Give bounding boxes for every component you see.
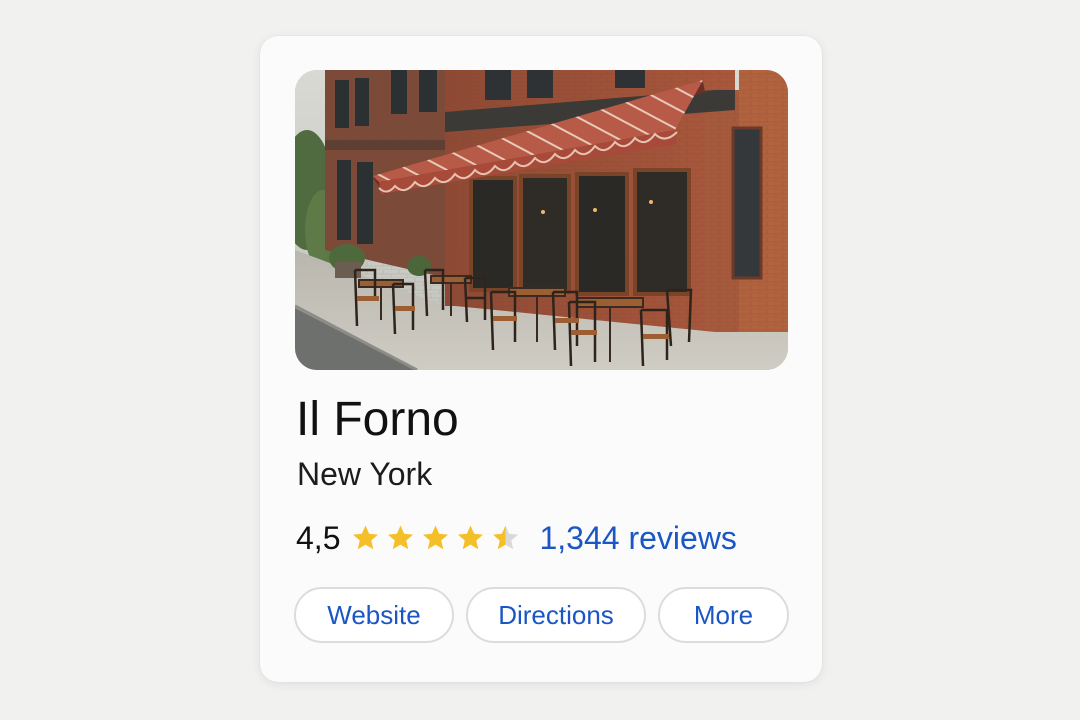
- place-name: Il Forno: [296, 393, 459, 446]
- star-icon: [423, 525, 449, 550]
- reviews-link[interactable]: 1,344 reviews: [539, 520, 736, 557]
- more-button[interactable]: More: [658, 587, 789, 643]
- website-button[interactable]: Website: [294, 587, 454, 643]
- rating-row: 4,5 1,344 reviews: [296, 516, 737, 560]
- place-location: New York: [297, 456, 433, 492]
- rating-value: 4,5: [296, 519, 341, 556]
- star-icon: [388, 525, 414, 550]
- star-icon: [353, 525, 379, 550]
- star-icon: [458, 525, 484, 550]
- directions-button[interactable]: Directions: [466, 587, 646, 643]
- place-photo[interactable]: [295, 70, 788, 370]
- place-card: Il Forno New York 4,5 1,344 reviews Webs…: [260, 36, 822, 682]
- star-half-icon: [493, 525, 519, 550]
- star-rating: [350, 523, 525, 553]
- restaurant-storefront-image: [295, 70, 788, 370]
